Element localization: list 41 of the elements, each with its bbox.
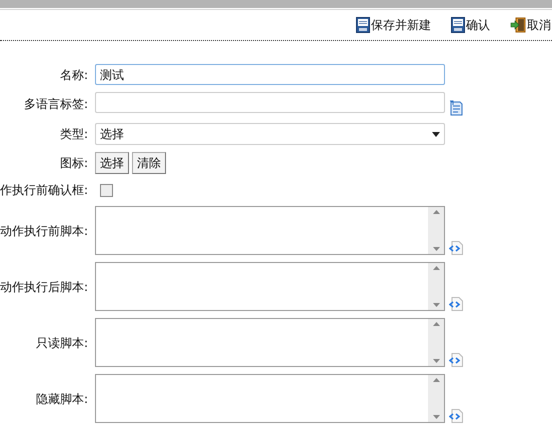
scrollbar[interactable]: [428, 319, 444, 366]
script-textarea[interactable]: [95, 374, 445, 423]
notepad-icon[interactable]: [449, 100, 463, 116]
dropdown[interactable]: 选择: [95, 123, 445, 145]
script-textarea[interactable]: [95, 318, 445, 367]
door-exit-icon: [510, 17, 526, 33]
field-label: 名称:: [60, 66, 88, 84]
toolbar-button[interactable]: 保存并新建: [356, 16, 431, 34]
scroll-down-icon[interactable]: [432, 303, 440, 307]
scrollbar[interactable]: [428, 207, 444, 254]
small-button[interactable]: 清除: [132, 152, 166, 174]
field-label: 只读脚本:: [36, 334, 88, 352]
scroll-up-icon[interactable]: [432, 378, 440, 382]
scroll-down-icon[interactable]: [432, 359, 440, 363]
field-label: 动作执行前脚本:: [0, 222, 88, 240]
field-label: 动作执行后脚本:: [0, 278, 88, 296]
small-button[interactable]: 选择: [95, 152, 129, 174]
code-file-icon: [449, 409, 463, 423]
scroll-down-icon[interactable]: [432, 247, 440, 251]
checkbox[interactable]: [100, 184, 113, 196]
script-textarea[interactable]: [95, 206, 445, 255]
field-label: 多语言标签:: [24, 96, 88, 113]
scroll-up-icon[interactable]: [432, 210, 440, 214]
code-file-icon: [449, 297, 463, 311]
scrollbar[interactable]: [428, 263, 444, 310]
script-textarea[interactable]: [95, 262, 445, 311]
field-label: 图标:: [60, 155, 88, 172]
scroll-up-icon[interactable]: [432, 266, 440, 270]
scrollbar[interactable]: [428, 375, 444, 422]
field-label: 隐藏脚本:: [36, 390, 88, 408]
code-file-icon: [449, 241, 463, 255]
toolbar-button[interactable]: 确认: [451, 16, 490, 34]
field-label: 类型:: [60, 126, 88, 143]
text-field[interactable]: 测试: [95, 64, 445, 85]
text-field[interactable]: [95, 92, 445, 113]
caret-icon: [432, 132, 440, 136]
toolbar-button[interactable]: 取消: [510, 16, 551, 34]
scroll-down-icon[interactable]: [432, 415, 440, 419]
field-label: 作执行前确认框:: [0, 182, 88, 199]
scroll-up-icon[interactable]: [432, 322, 440, 326]
code-file-icon: [449, 353, 463, 367]
